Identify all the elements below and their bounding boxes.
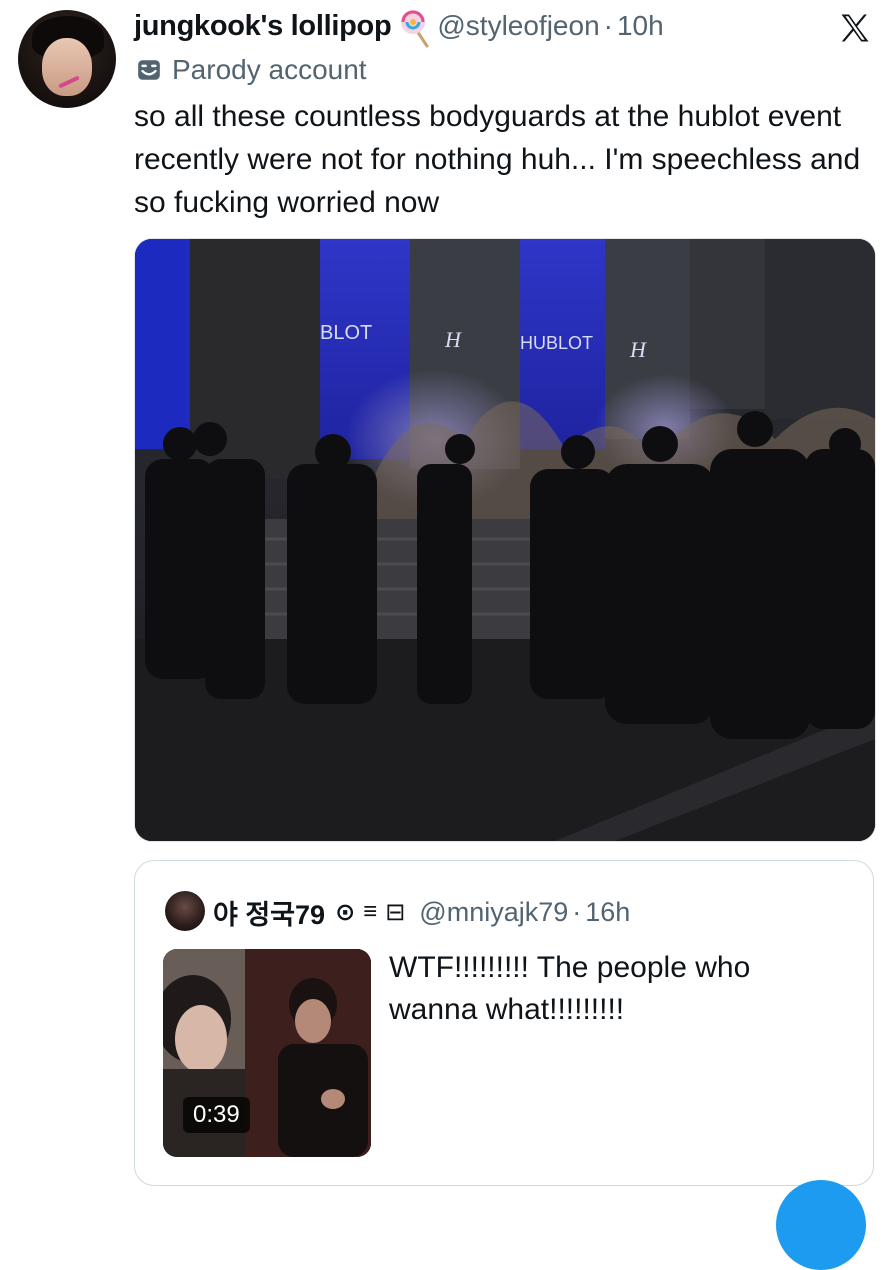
author-handle[interactable]: @styleofjeon [437,10,599,42]
quoted-author-display-name[interactable]: 야 정국79 [213,893,325,932]
parody-mask-icon [138,60,160,80]
x-logo-icon[interactable] [837,10,873,46]
quoted-tweet-header: 야 정국79 ⊙ ≡ ⊟ @mniyajk79 · 16h [213,891,630,933]
tweet-header: jungkook's lollipop @styleofjeon · 10h [134,6,664,48]
quoted-tweet-card[interactable]: 야 정국79 ⊙ ≡ ⊟ @mniyajk79 · 16h 0:39 WTF!!… [134,860,874,1186]
tweet-media-image[interactable]: BLOT H HUBLOT H [134,238,876,842]
tweet-text: so all these countless bodyguards at the… [134,100,861,219]
quoted-badge-lines2-icon: ⊟ [385,898,406,926]
lollipop-emoji-icon [399,10,429,48]
header-separator: · [603,10,613,41]
quoted-tweet-timestamp[interactable]: 16h [585,897,630,928]
quoted-author-handle[interactable]: @mniyajk79 [419,897,568,928]
video-duration-badge: 0:39 [183,1097,250,1133]
compose-fab-button[interactable] [776,1180,866,1270]
quoted-header-separator: · [572,896,582,927]
quoted-author-avatar[interactable] [165,891,205,931]
quoted-badge-lines-icon: ≡ [363,898,378,925]
parody-account-label: Parody account [172,54,367,85]
tweet-timestamp[interactable]: 10h [617,10,664,42]
avatar-face [42,38,92,96]
svg-text:H: H [629,337,647,362]
svg-text:H: H [444,327,462,352]
quoted-tweet-text: WTF!!!!!!!!! The people who wanna what!!… [389,951,751,1026]
quoted-video-thumbnail[interactable]: 0:39 [163,949,371,1157]
author-display-name[interactable]: jungkook's lollipop [134,10,392,43]
author-avatar[interactable] [18,10,116,108]
parody-account-row: Parody account [134,52,367,88]
quoted-badge-circle-icon: ⊙ [335,898,356,926]
media-signage-right: HUBLOT [520,333,593,353]
media-signage-left: BLOT [320,322,372,344]
